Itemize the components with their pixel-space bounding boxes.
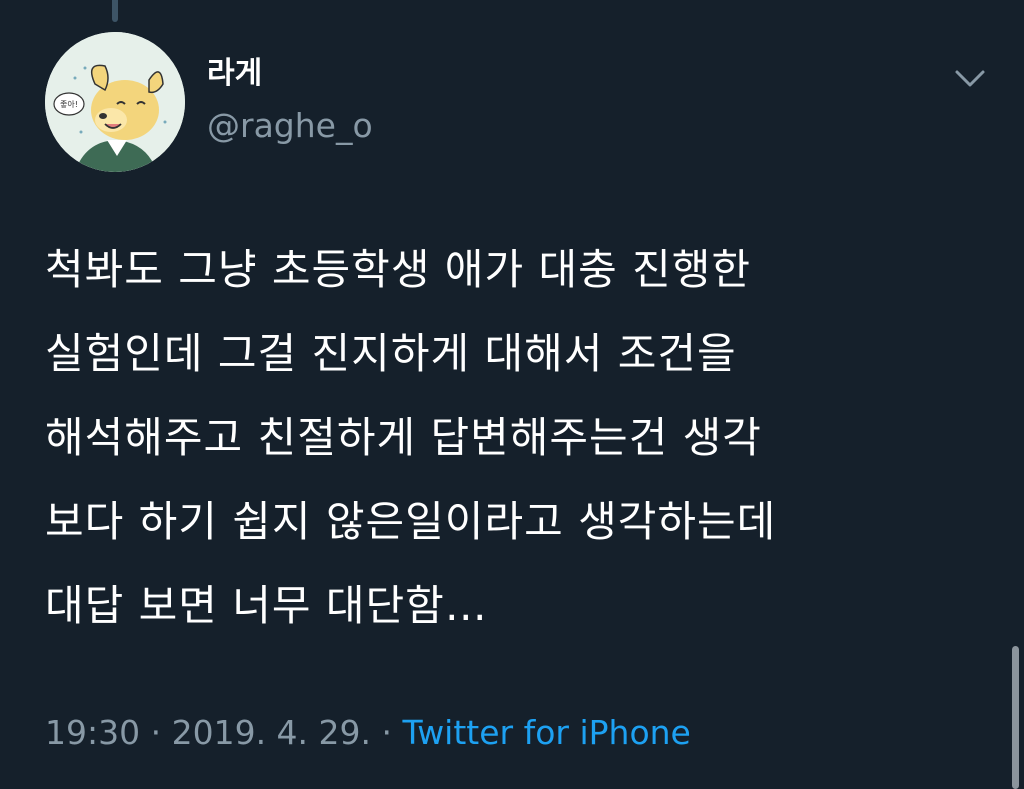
chevron-down-icon[interactable] bbox=[952, 66, 988, 90]
avatar-speech-text: 좋아! bbox=[60, 99, 78, 109]
display-name[interactable]: 라게 bbox=[207, 54, 262, 94]
avatar[interactable]: 좋아! bbox=[45, 32, 185, 172]
scrollbar[interactable] bbox=[1012, 646, 1019, 789]
tweet-time: 19:30 bbox=[45, 713, 141, 752]
thread-connector-line bbox=[112, 0, 118, 22]
tweet-date: 2019. 4. 29. bbox=[171, 713, 372, 752]
tweet-meta: 19:30 · 2019. 4. 29. · Twitter for iPhon… bbox=[45, 710, 691, 756]
meta-separator: · bbox=[140, 713, 172, 752]
avatar-illustration: 좋아! bbox=[45, 32, 185, 172]
user-handle[interactable]: @raghe_o bbox=[207, 106, 373, 146]
tweet-source-link[interactable]: Twitter for iPhone bbox=[403, 713, 691, 752]
tweet-text: 척봐도 그냥 초등학생 애가 대충 진행한 실험인데 그걸 진지하게 대해서 조… bbox=[45, 245, 777, 630]
meta-separator: · bbox=[371, 713, 403, 752]
